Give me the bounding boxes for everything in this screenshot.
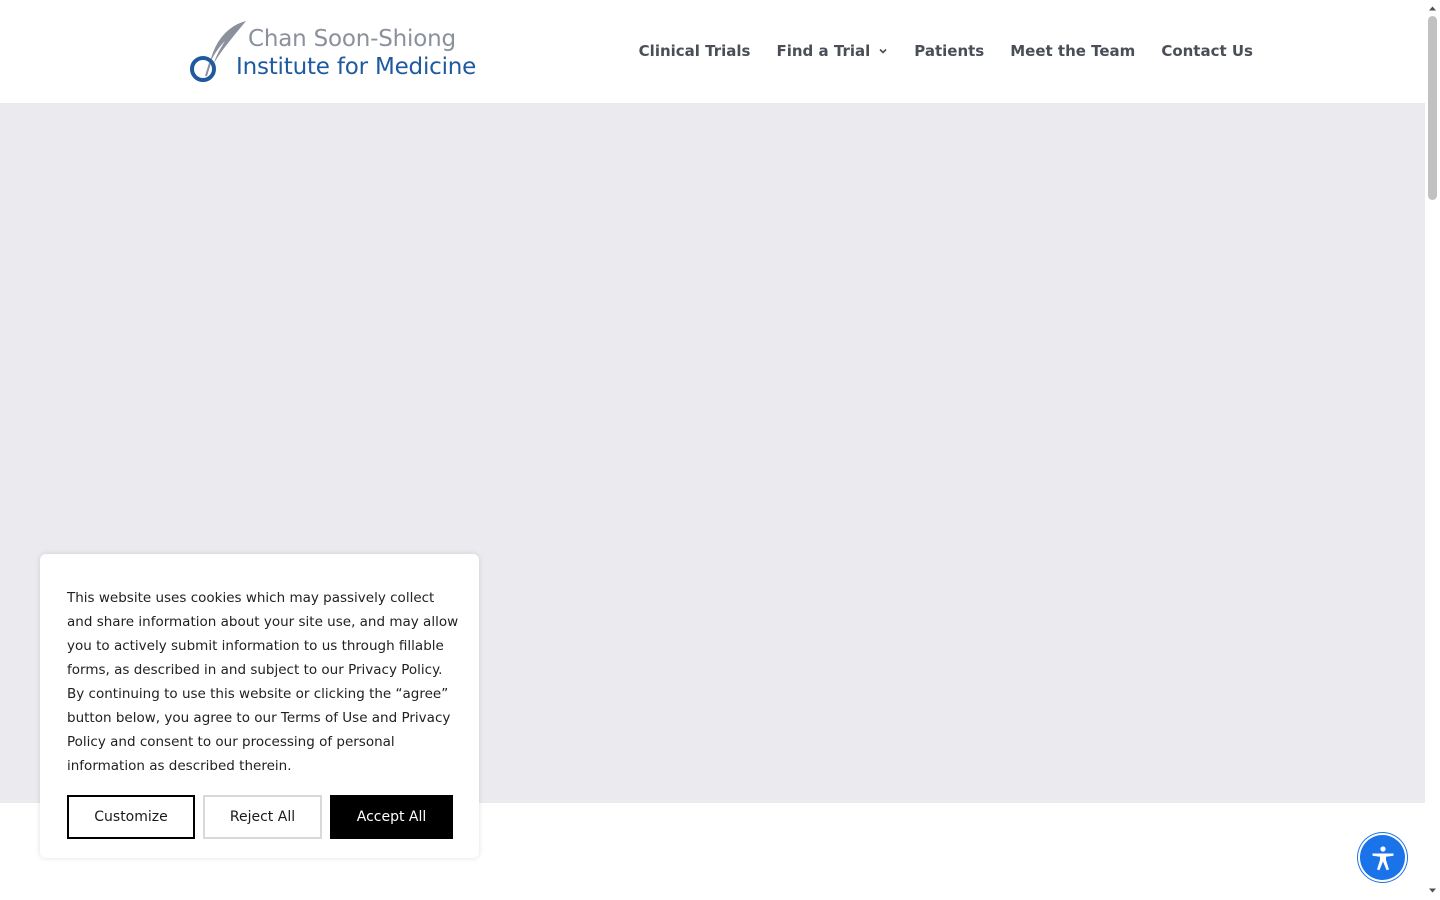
nav-item-label: Contact Us xyxy=(1161,42,1253,60)
vertical-scrollbar[interactable] xyxy=(1425,0,1440,900)
nav-item-label: Patients xyxy=(914,42,985,60)
nav-item-find-a-trial[interactable]: Find a Trial xyxy=(776,40,888,62)
nav-item-clinical-trials[interactable]: Clinical Trials xyxy=(639,40,751,62)
chevron-down-icon xyxy=(879,48,887,54)
nav-item-label: Find a Trial xyxy=(776,42,871,60)
accept-all-button[interactable]: Accept All xyxy=(330,795,453,839)
cookie-consent-text: This website uses cookies which may pass… xyxy=(67,590,459,774)
logo-text-line1: Chan Soon-Shiong xyxy=(248,26,456,52)
scroll-down-arrow-icon[interactable] xyxy=(1428,886,1437,895)
site-header: Chan Soon-Shiong Institute for Medicine … xyxy=(0,0,1425,103)
nav-item-patients[interactable]: Patients xyxy=(914,40,984,62)
main-nav: Clinical Trials Find a Trial Patients Me… xyxy=(639,40,1253,62)
cookie-consent-banner: This website uses cookies which may pass… xyxy=(40,554,479,858)
accessibility-person-icon xyxy=(1372,845,1393,870)
scroll-up-arrow-icon[interactable] xyxy=(1428,4,1437,13)
browser-viewport: Chan Soon-Shiong Institute for Medicine … xyxy=(0,0,1440,900)
page: Chan Soon-Shiong Institute for Medicine … xyxy=(0,0,1425,900)
accessibility-button[interactable] xyxy=(1360,835,1405,880)
nav-item-label: Meet the Team xyxy=(1010,42,1136,60)
customize-button[interactable]: Customize xyxy=(67,795,195,839)
logo-text-line2: Institute for Medicine xyxy=(236,54,477,80)
reject-all-button[interactable]: Reject All xyxy=(203,795,322,839)
nav-item-meet-the-team[interactable]: Meet the Team xyxy=(1010,40,1135,62)
nav-item-contact-us[interactable]: Contact Us xyxy=(1161,40,1253,62)
site-logo[interactable]: Chan Soon-Shiong Institute for Medicine xyxy=(186,18,496,86)
nav-item-label: Clinical Trials xyxy=(638,42,751,60)
scrollbar-thumb[interactable] xyxy=(1428,16,1437,200)
